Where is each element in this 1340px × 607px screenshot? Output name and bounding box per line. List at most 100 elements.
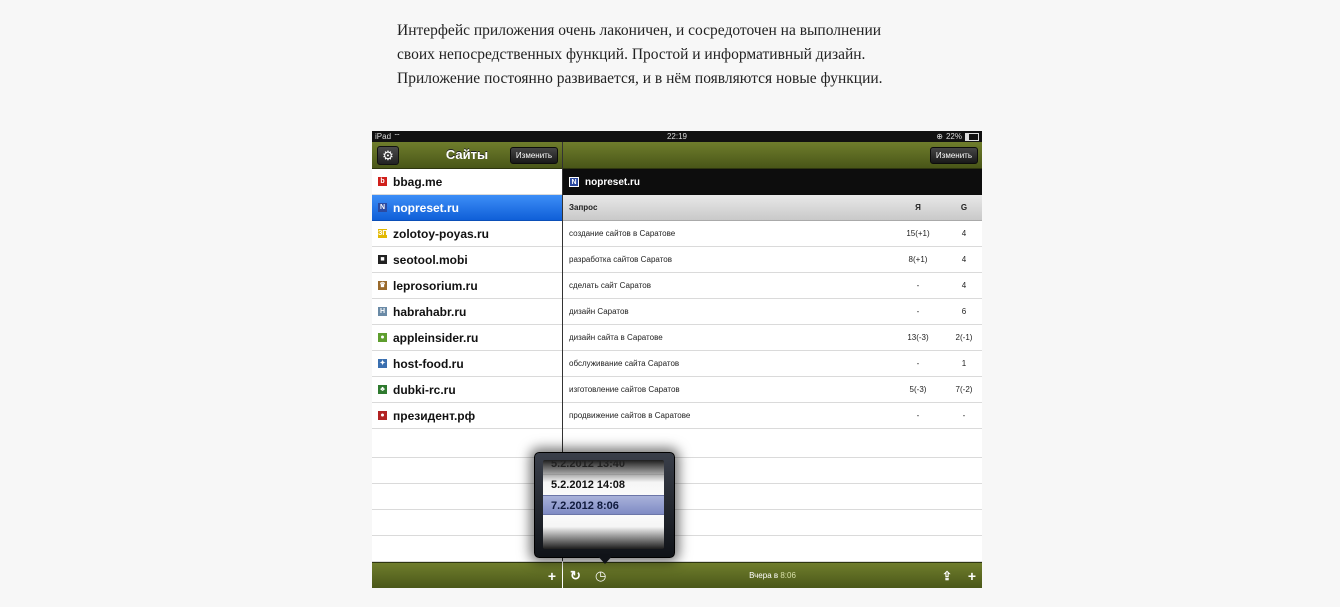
selected-site-header: N nopreset.ru [563, 169, 982, 195]
yandex-position-cell: - [916, 281, 920, 290]
google-position-cell: 2(-1) [955, 333, 973, 342]
last-update-prefix: Вчера в [749, 571, 779, 580]
sites-list: b bbag.me Nnopreset.ru ЗП zolotoy-poyas.ru ■ s… [372, 169, 562, 429]
query-cell: изготовление сайтов Саратов [569, 385, 680, 394]
last-update-status: Вчера в 8:06 [563, 563, 982, 588]
leprosorium-favicon-icon: ♛ [378, 281, 387, 290]
google-position-cell: 1 [961, 359, 967, 368]
query-cell: разработка сайтов Саратов [569, 255, 672, 264]
table-row[interactable]: обслуживание сайта Саратов - 1 [563, 351, 982, 377]
google-position-cell: 6 [961, 307, 967, 316]
share-icon[interactable]: ⇪ [942, 563, 952, 588]
edit-sites-button[interactable]: Изменить [509, 147, 558, 164]
sites-toolbar: + [372, 562, 562, 588]
empty-row-separator [372, 483, 982, 484]
google-position-cell: - [962, 411, 966, 420]
zolotoy-poyas-favicon-icon: ЗП [378, 229, 388, 238]
history-popover: 5.2.2012 13:40 5.2.2012 14:08 7.2.2012 8… [534, 452, 675, 558]
last-update-time: 8:06 [780, 571, 796, 580]
query-cell: дизайн Саратов [569, 307, 629, 316]
table-row[interactable]: изготовление сайтов Саратов 5(-3) 7(-2) [563, 377, 982, 403]
sites-nav-bar: ⚙ Сайты Изменить [372, 142, 562, 169]
site-list-item[interactable]: ■ seotool.mobi [372, 247, 562, 273]
query-cell: дизайн сайта в Саратове [569, 333, 663, 342]
site-list-item[interactable]: b bbag.me [372, 169, 562, 195]
site-list-item[interactable]: ЗП zolotoy-poyas.ru [372, 221, 562, 247]
site-list-item[interactable]: ♣ dubki-rc.ru [372, 377, 562, 403]
column-header-query[interactable]: Запрос [563, 203, 890, 212]
nopreset-favicon-icon: N [569, 177, 579, 187]
article-line: своих непосредственных функций. Простой … [397, 46, 866, 63]
site-name: habrahabr.ru [393, 304, 467, 319]
yandex-position-cell: - [916, 359, 920, 368]
site-name: bbag.me [393, 174, 443, 189]
empty-row-separator [372, 509, 982, 510]
article-text: Интерфейс приложения очень лаконичен, и … [397, 19, 1017, 91]
date-picker[interactable]: 5.2.2012 13:40 5.2.2012 14:08 7.2.2012 8… [543, 460, 664, 549]
selected-site-name: nopreset.ru [585, 176, 641, 188]
site-list-item[interactable]: ● appleinsider.ru [372, 325, 562, 351]
yandex-position-cell: 8(+1) [908, 255, 928, 264]
nopreset-favicon-icon: N [378, 203, 387, 212]
table-row[interactable]: продвижение сайтов в Саратове - - [563, 403, 982, 429]
google-position-cell: 7(-2) [955, 385, 973, 394]
president-favicon-icon: ● [378, 411, 387, 420]
site-name: leprosorium.ru [393, 278, 478, 293]
ipad-screenshot: iPad ⌔ 22:19 ⊕ 22% ⚙ Сайты Изменить Измен… [372, 131, 982, 588]
table-row[interactable]: сделать сайт Саратов - 4 [563, 273, 982, 299]
site-name: dubki-rc.ru [393, 382, 456, 397]
queries-table-body: создание сайтов в Саратове 15(+1) 4 разрабо… [563, 221, 982, 429]
query-cell: обслуживание сайта Саратов [569, 359, 680, 368]
rotation-lock-icon: ⊕ [936, 132, 943, 141]
edit-queries-button[interactable]: Изменить [929, 147, 978, 164]
site-name: host-food.ru [393, 356, 464, 371]
google-position-cell: 4 [961, 255, 967, 264]
host-food-favicon-icon: ✦ [378, 359, 387, 368]
detail-nav-bar: Изменить [563, 142, 982, 169]
battery-percent: 22% [945, 132, 962, 141]
site-list-item[interactable]: ● президент.рф [372, 403, 562, 429]
seotool-favicon-icon: ■ [378, 255, 387, 264]
add-query-icon[interactable]: + [968, 563, 976, 588]
article-line: Интерфейс приложения очень лаконичен, и … [397, 22, 882, 39]
yandex-position-cell: 5(-3) [909, 385, 927, 394]
yandex-position-cell: - [916, 411, 920, 420]
add-site-icon[interactable]: + [548, 563, 556, 588]
status-time: 22:19 [666, 132, 688, 141]
dubki-rc-favicon-icon: ♣ [378, 385, 387, 394]
column-header-google[interactable]: G [946, 203, 982, 212]
queries-table-header: Запрос Я G [563, 195, 982, 221]
picker-item[interactable]: 5.2.2012 14:08 [543, 474, 664, 494]
column-header-yandex[interactable]: Я [890, 203, 946, 212]
picker-item-partial[interactable]: 5.2.2012 13:40 [543, 460, 664, 474]
settings-gear-icon[interactable]: ⚙ [377, 146, 399, 165]
appleinsider-favicon-icon: ● [378, 333, 387, 342]
detail-pane: N nopreset.ru Запрос Я G создание сайтов… [563, 169, 982, 429]
table-row[interactable]: разработка сайтов Саратов 8(+1) 4 [563, 247, 982, 273]
sites-title: Сайты [445, 147, 489, 162]
article-line: Приложение постоянно развивается, и в нё… [397, 70, 883, 87]
query-cell: сделать сайт Саратов [569, 281, 651, 290]
site-list-item[interactable]: ♛ leprosorium.ru [372, 273, 562, 299]
table-row[interactable]: создание сайтов в Саратове 15(+1) 4 [563, 221, 982, 247]
site-name: президент.рф [393, 408, 476, 423]
site-list-item[interactable]: ✦ host-food.ru [372, 351, 562, 377]
battery-status: ⊕ 22% [936, 131, 979, 142]
empty-row-separator [372, 535, 982, 536]
site-name: appleinsider.ru [393, 330, 479, 345]
google-position-cell: 4 [961, 229, 967, 238]
site-list-item[interactable]: Nnopreset.ru [372, 195, 562, 221]
picker-item-selected[interactable]: 7.2.2012 8:06 [543, 495, 664, 515]
bbag-favicon-icon: b [378, 177, 387, 186]
site-name: nopreset.ru [393, 200, 460, 215]
table-row[interactable]: дизайн сайта в Саратове 13(-3) 2(-1) [563, 325, 982, 351]
detail-toolbar: ↻ ◷ Вчера в 8:06 ⇪ + [563, 562, 982, 588]
empty-row-separator [372, 457, 982, 458]
site-list-item[interactable]: Hhabrahabr.ru [372, 299, 562, 325]
site-name: zolotoy-poyas.ru [393, 226, 490, 241]
status-bar: iPad ⌔ 22:19 ⊕ 22% [372, 131, 982, 142]
google-position-cell: 4 [961, 281, 967, 290]
query-cell: продвижение сайтов в Саратове [569, 411, 691, 420]
table-row[interactable]: дизайн Саратов - 6 [563, 299, 982, 325]
site-name: seotool.mobi [393, 252, 468, 267]
